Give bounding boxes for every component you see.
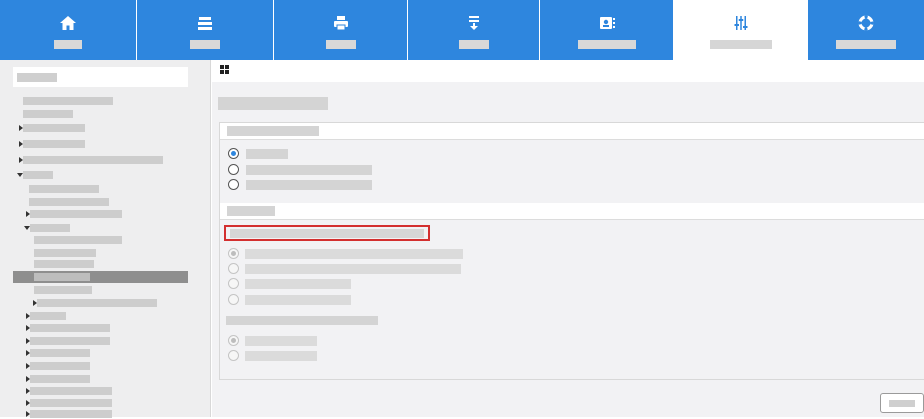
page-title (218, 97, 328, 110)
contacts-icon (598, 14, 616, 32)
sliders-icon (732, 14, 750, 32)
tree-item[interactable] (13, 156, 188, 165)
tree-item[interactable] (13, 124, 188, 133)
radio-option[interactable] (228, 248, 239, 259)
tree-item[interactable] (13, 198, 188, 207)
tab-print[interactable] (274, 0, 408, 60)
tree-item[interactable] (13, 97, 188, 106)
tree-item-selected[interactable] (13, 271, 188, 283)
tab-home[interactable] (0, 0, 137, 60)
tree-item[interactable] (13, 362, 188, 371)
lifebuoy-icon (857, 14, 875, 32)
tab-settings[interactable] (674, 0, 808, 60)
tab-home-label (54, 40, 82, 49)
tree-item[interactable] (13, 110, 188, 119)
tray-icon (196, 14, 214, 32)
tab-print-label (325, 40, 356, 49)
radio-option-label (245, 264, 461, 274)
tree-item[interactable] (13, 249, 188, 258)
tree-item[interactable] (13, 299, 188, 308)
sidebar-search-input[interactable] (13, 67, 188, 87)
home-icon (59, 14, 77, 32)
radio-option[interactable] (228, 335, 239, 346)
tree-item[interactable] (13, 399, 188, 408)
radio-option[interactable] (228, 350, 239, 361)
radio-option-label (245, 279, 351, 289)
tab-jobs-label (190, 40, 220, 49)
tree-item[interactable] (13, 349, 188, 358)
section-header (220, 123, 924, 140)
download-icon (465, 14, 483, 32)
tree-item[interactable] (13, 410, 188, 419)
tab-jobs[interactable] (137, 0, 274, 60)
sidebar (0, 60, 211, 419)
radio-option-label (245, 249, 463, 259)
radio-option-label (245, 351, 317, 361)
tree-item[interactable] (13, 375, 188, 384)
apply-button[interactable] (880, 393, 924, 413)
radio-option-label (246, 149, 288, 159)
tab-scan-label (458, 40, 489, 49)
tree-item[interactable] (13, 387, 188, 396)
top-navigation (0, 0, 924, 60)
grid-view-icon[interactable] (220, 65, 229, 74)
radio-option[interactable] (228, 263, 239, 274)
tab-address-book-label (577, 40, 636, 49)
tree-item[interactable] (13, 286, 188, 295)
tab-settings-label (709, 40, 772, 49)
tree-item[interactable] (13, 185, 188, 194)
highlighted-setting-label (224, 225, 430, 241)
tab-support-label (836, 40, 896, 49)
radio-option[interactable] (228, 278, 239, 289)
radio-option[interactable] (228, 294, 239, 305)
tree-item[interactable] (13, 171, 188, 180)
radio-option[interactable] (228, 179, 239, 190)
tab-support[interactable] (808, 0, 924, 60)
tree-item[interactable] (13, 236, 188, 245)
radio-option[interactable] (228, 148, 239, 159)
radio-option-label (246, 180, 372, 190)
tree-item[interactable] (13, 224, 188, 233)
radio-option-label (245, 295, 351, 305)
tab-address-book[interactable] (540, 0, 674, 60)
tab-scan[interactable] (408, 0, 540, 60)
radio-option[interactable] (228, 164, 239, 175)
tree-item[interactable] (13, 324, 188, 333)
tree-item[interactable] (13, 337, 188, 346)
main-toolbar (212, 60, 924, 82)
sidebar-search-placeholder (17, 73, 57, 82)
tree-item[interactable] (13, 140, 188, 149)
printer-icon (332, 14, 350, 32)
main-content (212, 60, 924, 417)
section-header (220, 203, 924, 220)
tree-item[interactable] (13, 210, 188, 219)
radio-option-label (246, 165, 372, 175)
tree-item[interactable] (13, 312, 188, 321)
subsection-heading (226, 316, 378, 325)
tree-item[interactable] (13, 260, 188, 269)
radio-option-label (245, 336, 317, 346)
